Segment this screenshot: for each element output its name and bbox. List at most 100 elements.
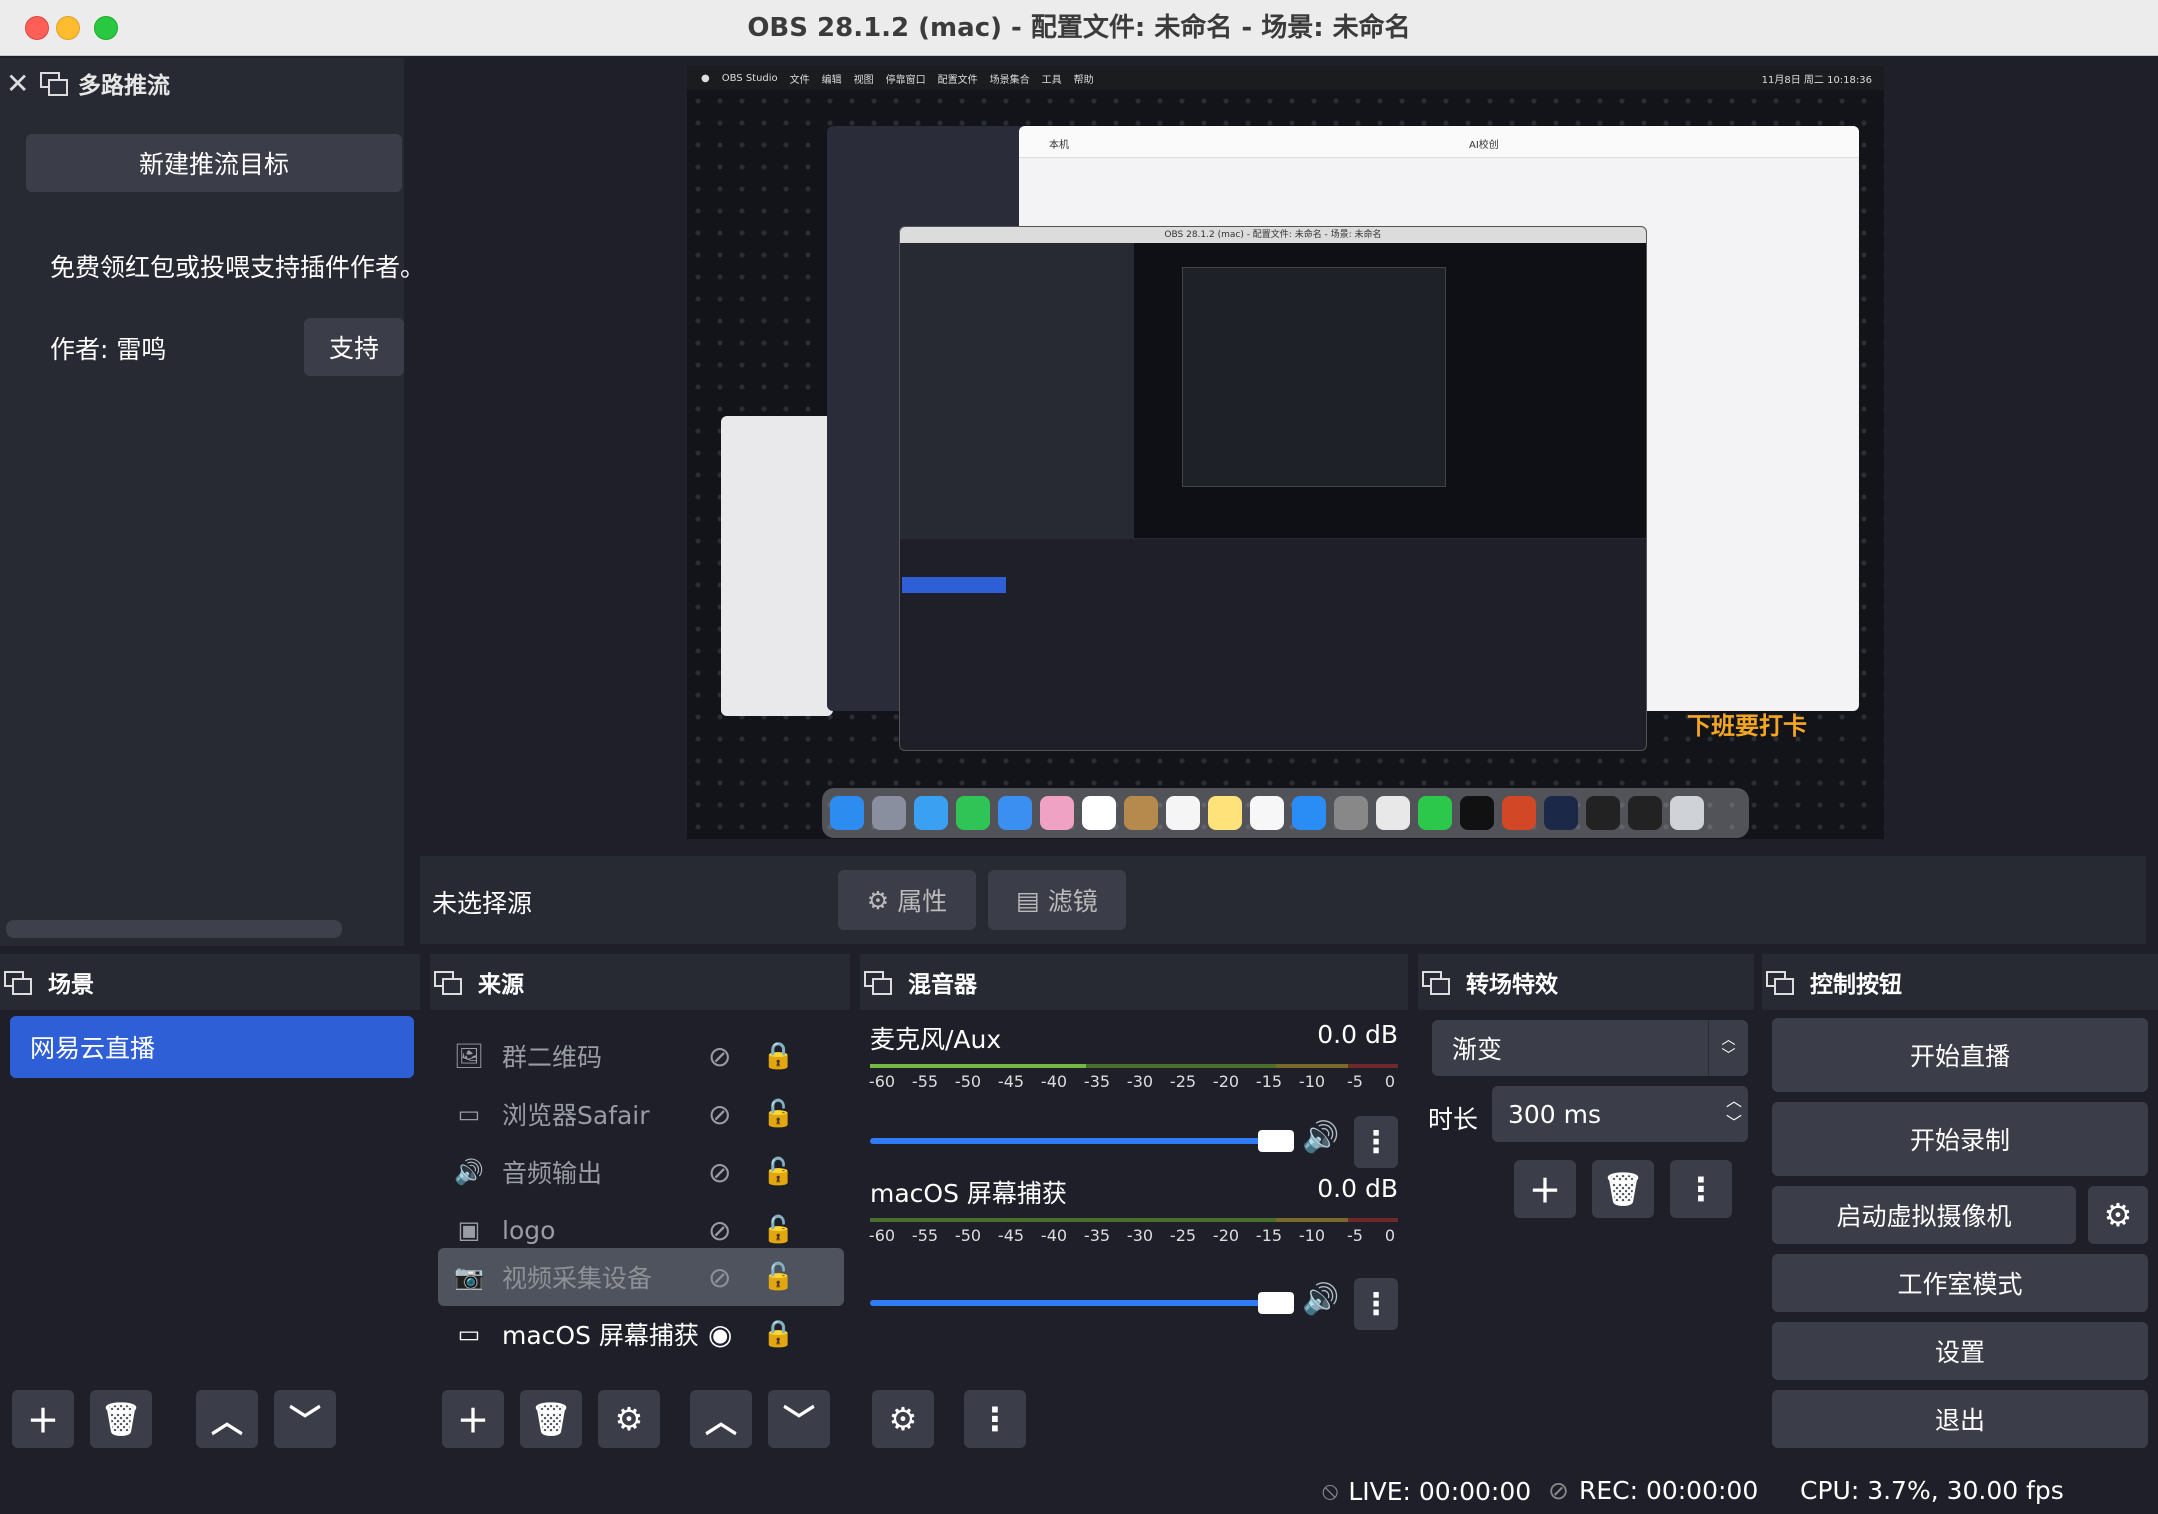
- trash-icon: [1670, 796, 1704, 830]
- lock-icon[interactable]: 🔒: [762, 1319, 794, 1349]
- remove-source-button[interactable]: 🗑: [520, 1390, 582, 1448]
- sources-dock: 来源 🖼 群二维码 ⊘ 🔒 ▭ 浏览器Safair ⊘ 🔓 🔊 音频输出 ⊘ 🔓…: [430, 954, 850, 1458]
- scenes-toolbar: ＋ 🗑 ︿ ﹀: [12, 1390, 336, 1448]
- meter-tick: -15: [1255, 1226, 1283, 1245]
- camera-icon: 📷: [454, 1263, 484, 1291]
- studio-mode-button[interactable]: 工作室模式: [1772, 1254, 2148, 1312]
- source-item[interactable]: ▭ macOS 屏幕捕获 ◉ 🔒: [438, 1306, 844, 1362]
- mixer-menu-button[interactable]: ⋮: [964, 1390, 1026, 1448]
- status-bar: ⦸ LIVE: 00:00:00 ⊘ REC: 00:00:00 CPU: 3.…: [0, 1466, 2158, 1514]
- multistream-title: 多路推流: [78, 73, 170, 99]
- sources-title: 来源: [478, 972, 524, 998]
- eye-hidden-icon[interactable]: ⊘: [708, 1156, 731, 1189]
- transition-menu-button[interactable]: ⋮: [1670, 1160, 1732, 1218]
- scene-item[interactable]: 网易云直播: [10, 1016, 414, 1078]
- eye-hidden-icon[interactable]: ⊘: [708, 1261, 731, 1294]
- meter-green-dim: [1086, 1064, 1276, 1068]
- lock-icon[interactable]: 🔒: [762, 1041, 794, 1071]
- preview-menubar: ● OBS Studio 文件 编辑 视图 停靠窗口 配置文件 场景集合 工具 …: [687, 66, 1884, 90]
- meter-tick: -50: [954, 1226, 982, 1245]
- meter-tick: 0: [1384, 1226, 1396, 1245]
- start-virtual-camera-button[interactable]: 启动虚拟摄像机: [1772, 1186, 2076, 1244]
- dock-float-icon[interactable]: [434, 971, 462, 995]
- transition-select[interactable]: 渐变 ︿ ﹀: [1432, 1020, 1748, 1076]
- unlock-icon[interactable]: 🔓: [762, 1157, 794, 1187]
- screen-icon: [1628, 796, 1662, 830]
- move-scene-down-button[interactable]: ﹀: [274, 1390, 336, 1448]
- eye-hidden-icon[interactable]: ⊘: [708, 1214, 731, 1247]
- meter-ticks: -60 -55 -50 -45 -40 -35 -30 -25 -20 -15 …: [869, 1226, 1398, 1246]
- unlock-icon[interactable]: 🔓: [762, 1262, 794, 1292]
- add-source-button[interactable]: ＋: [442, 1390, 504, 1448]
- system-settings-icon: [1334, 796, 1368, 830]
- source-label: 音频输出: [502, 1159, 603, 1188]
- source-item[interactable]: ▭ 浏览器Safair ⊘ 🔓: [438, 1086, 844, 1142]
- preview-nested-obs-window: OBS 28.1.2 (mac) - 配置文件: 未命名 - 场景: 未命名: [899, 226, 1647, 751]
- add-transition-button[interactable]: ＋: [1514, 1160, 1576, 1218]
- filters-button[interactable]: ▤ 滤镜: [988, 870, 1126, 930]
- support-text: 免费领红包或投喂支持插件作者。: [50, 253, 426, 282]
- kebab-icon: ⋮: [1685, 1170, 1717, 1208]
- eye-hidden-icon[interactable]: ⊘: [708, 1040, 731, 1073]
- start-streaming-button[interactable]: 开始直播: [1772, 1018, 2148, 1092]
- dock-float-icon[interactable]: [40, 72, 68, 96]
- menubar-item: 配置文件: [937, 74, 978, 86]
- unlock-icon[interactable]: 🔓: [762, 1215, 794, 1245]
- channel-menu-button[interactable]: ⋮: [1354, 1278, 1398, 1330]
- controls-dock: 控制按钮 开始直播 开始录制 启动虚拟摄像机 ⚙ 工作室模式 设置 退出: [1762, 954, 2158, 1458]
- textedit-icon: [1250, 796, 1284, 830]
- new-stream-target-button[interactable]: 新建推流目标: [26, 134, 402, 192]
- transitions-header: 转场特效: [1418, 954, 1754, 1010]
- controls-title: 控制按钮: [1810, 972, 1902, 998]
- dock-float-icon[interactable]: [1422, 971, 1450, 995]
- advanced-audio-button[interactable]: ⚙: [872, 1390, 934, 1448]
- source-item[interactable]: 🔊 音频输出 ⊘ 🔓: [438, 1144, 844, 1200]
- file-window-header: 本机 AI校创: [1019, 126, 1859, 158]
- properties-button[interactable]: ⚙ 属性: [838, 870, 976, 930]
- facetime-icon: [956, 796, 990, 830]
- meter-tick: -25: [1169, 1226, 1197, 1245]
- mixer-dock: 混音器 麦克风/Aux 0.0 dB -60 -55 -50 -45 -40 -…: [860, 954, 1408, 1458]
- horizontal-scrollbar[interactable]: [6, 920, 342, 938]
- meter-tick: -30: [1126, 1072, 1154, 1091]
- start-recording-button[interactable]: 开始录制: [1772, 1102, 2148, 1176]
- speaker-icon[interactable]: 🔊: [1302, 1120, 1339, 1155]
- exit-button[interactable]: 退出: [1772, 1390, 2148, 1448]
- source-item[interactable]: 🖼 群二维码 ⊘ 🔒: [438, 1028, 844, 1084]
- source-item-selected[interactable]: 📷 视频采集设备 ⊘ 🔓: [438, 1248, 844, 1306]
- add-scene-button[interactable]: ＋: [12, 1390, 74, 1448]
- eye-hidden-icon[interactable]: ⊘: [708, 1098, 731, 1131]
- volume-slider-handle[interactable]: [1258, 1292, 1294, 1314]
- remove-scene-button[interactable]: 🗑: [90, 1390, 152, 1448]
- channel-name: macOS 屏幕捕获: [870, 1179, 1067, 1208]
- speaker-icon[interactable]: 🔊: [1302, 1282, 1339, 1317]
- volume-slider-handle[interactable]: [1258, 1130, 1294, 1152]
- support-button[interactable]: 支持: [304, 318, 404, 376]
- menubar-item: 工具: [1041, 74, 1062, 86]
- channel-menu-button[interactable]: ⋮: [1354, 1116, 1398, 1168]
- channel-db: 0.0 dB: [1317, 1174, 1398, 1203]
- file-window-title-2: AI校创: [1469, 140, 1499, 151]
- preview-finder-window: [721, 416, 833, 716]
- dock-float-icon[interactable]: [1766, 971, 1794, 995]
- stepper-arrows-icon[interactable]: ︿ ﹀: [1726, 1090, 1742, 1134]
- eye-visible-icon[interactable]: ◉: [708, 1318, 732, 1351]
- kebab-icon: ⋮: [1361, 1124, 1391, 1160]
- settings-button[interactable]: 设置: [1772, 1322, 2148, 1380]
- unlock-icon[interactable]: 🔓: [762, 1099, 794, 1129]
- close-icon[interactable]: ✕: [6, 67, 29, 100]
- virtual-camera-settings-button[interactable]: ⚙: [2088, 1186, 2148, 1244]
- source-properties-button[interactable]: ⚙: [598, 1390, 660, 1448]
- volume-slider[interactable]: [870, 1300, 1290, 1306]
- move-source-down-button[interactable]: ﹀: [768, 1390, 830, 1448]
- volume-slider[interactable]: [870, 1138, 1290, 1144]
- preview-canvas[interactable]: ● OBS Studio 文件 编辑 视图 停靠窗口 配置文件 场景集合 工具 …: [687, 66, 1884, 839]
- meter-tick: -10: [1298, 1226, 1326, 1245]
- remove-transition-button[interactable]: 🗑: [1592, 1160, 1654, 1218]
- move-scene-up-button[interactable]: ︿: [196, 1390, 258, 1448]
- duration-input[interactable]: 300 ms ︿ ﹀: [1492, 1086, 1748, 1142]
- dock-float-icon[interactable]: [864, 971, 892, 995]
- cpu-status: CPU: 3.7%, 30.00 fps: [1800, 1476, 2064, 1505]
- dock-float-icon[interactable]: [4, 971, 32, 995]
- move-source-up-button[interactable]: ︿: [690, 1390, 752, 1448]
